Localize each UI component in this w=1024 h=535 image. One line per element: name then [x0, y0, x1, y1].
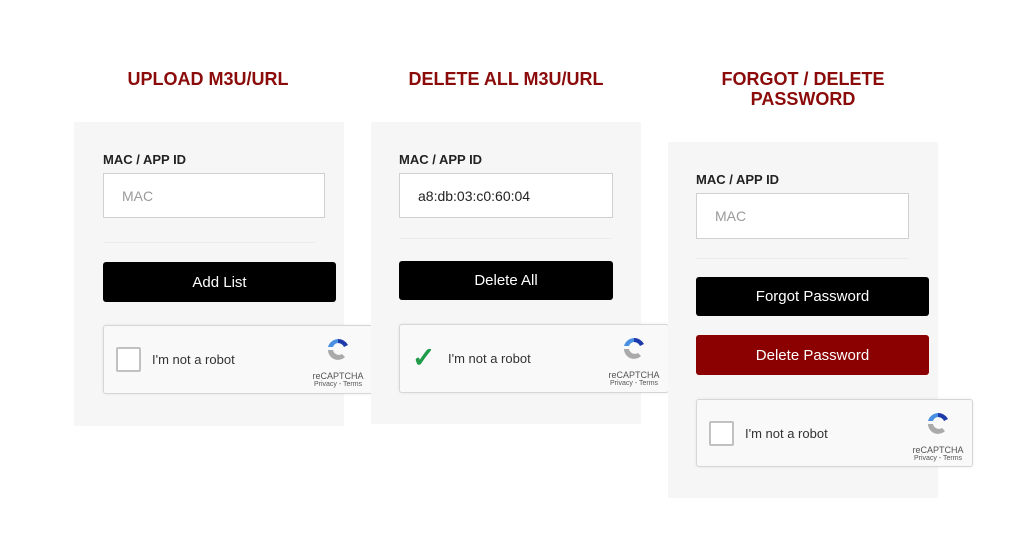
recaptcha-logo: reCAPTCHA Privacy - Terms — [908, 410, 968, 462]
captcha-text: I'm not a robot — [448, 351, 531, 366]
recaptcha-logo: reCAPTCHA Privacy - Terms — [604, 335, 664, 387]
privacy-terms-link[interactable]: Privacy - Terms — [604, 380, 664, 387]
captcha-text: I'm not a robot — [745, 426, 828, 441]
captcha-checkbox[interactable] — [709, 421, 734, 446]
checkmark-icon[interactable]: ✓ — [412, 341, 435, 374]
mac-input[interactable]: a8:db:03:c0:60:04 — [399, 173, 613, 218]
recaptcha-brand: reCAPTCHA — [608, 370, 660, 380]
mac-input[interactable]: MAC — [103, 173, 325, 218]
divider — [399, 238, 611, 239]
recaptcha-widget: I'm not a robot reCAPTCHA Privacy - Term… — [696, 399, 973, 467]
divider — [103, 242, 315, 243]
divider — [696, 258, 908, 259]
mac-input[interactable]: MAC — [696, 193, 909, 239]
privacy-terms-link[interactable]: Privacy - Terms — [908, 455, 968, 462]
recaptcha-brand: reCAPTCHA — [312, 371, 364, 381]
mac-label: MAC / APP ID — [103, 152, 187, 167]
forgot-delete-title: FORGOT / DELETE PASSWORD — [721, 69, 885, 109]
delete-password-button[interactable]: Delete Password — [696, 335, 929, 375]
privacy-terms-link[interactable]: Privacy - Terms — [308, 381, 368, 388]
forgot-password-button[interactable]: Forgot Password — [696, 277, 929, 316]
recaptcha-logo: reCAPTCHA Privacy - Terms — [308, 336, 368, 388]
upload-title: UPLOAD M3U/URL — [127, 69, 289, 89]
recaptcha-brand: reCAPTCHA — [912, 445, 964, 455]
mac-label: MAC / APP ID — [399, 152, 483, 167]
captcha-text: I'm not a robot — [152, 352, 235, 367]
recaptcha-widget: I'm not a robot reCAPTCHA Privacy - Term… — [103, 325, 373, 394]
delete-all-button[interactable]: Delete All — [399, 261, 613, 300]
add-list-button[interactable]: Add List — [103, 262, 336, 302]
recaptcha-icon — [328, 338, 348, 360]
mac-label: MAC / APP ID — [696, 172, 780, 187]
captcha-checkbox[interactable] — [116, 347, 141, 372]
recaptcha-icon — [928, 412, 948, 434]
recaptcha-icon — [624, 337, 644, 359]
recaptcha-widget: ✓ I'm not a robot reCAPTCHA Privacy - Te… — [399, 324, 669, 393]
delete-all-title: DELETE ALL M3U/URL — [408, 69, 604, 89]
